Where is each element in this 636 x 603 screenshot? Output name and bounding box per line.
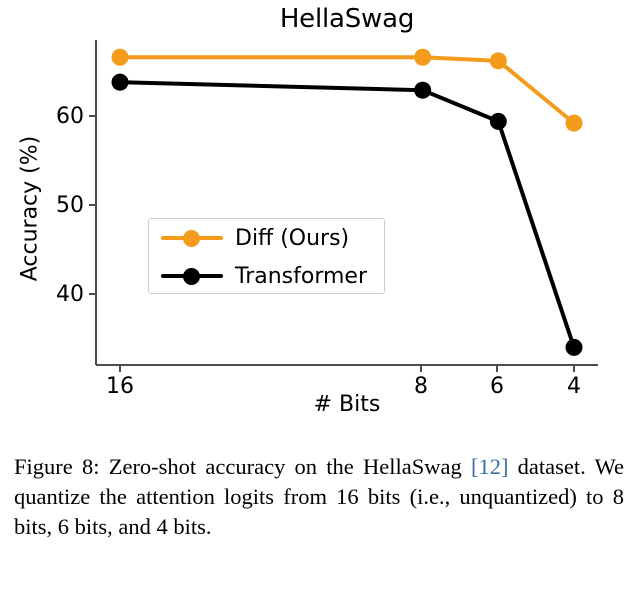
legend-entry-diff: Diff (Ours) xyxy=(149,219,384,257)
y-axis-label: Accuracy (%) xyxy=(17,135,43,282)
series-layer xyxy=(111,48,583,356)
legend-label-transformer: Transformer xyxy=(235,263,368,289)
data-point-diff-8bit xyxy=(414,48,432,66)
caption-citation-link[interactable]: [12] xyxy=(471,454,509,479)
legend-swatch-diff-icon xyxy=(161,227,223,249)
figure-page: HellaSwag 60 50 40 16 8 6 4 # Bits Accur… xyxy=(0,0,636,603)
x-axis-label: # Bits xyxy=(313,392,381,417)
caption-text-part1: Zero-shot accuracy on the HellaSwag xyxy=(99,454,471,479)
legend-entry-transformer: Transformer xyxy=(149,257,384,295)
chart-legend: Diff (Ours) Transformer xyxy=(148,218,385,294)
chart-plot-area xyxy=(89,40,598,372)
legend-label-diff: Diff (Ours) xyxy=(235,225,350,251)
series-line-diff xyxy=(118,55,576,126)
caption-prefix: Figure 8: xyxy=(14,454,100,479)
data-point-transformer-6bit xyxy=(489,112,507,130)
data-point-transformer-4bit xyxy=(565,338,583,356)
data-point-diff-4bit xyxy=(565,114,583,132)
data-point-diff-16bit xyxy=(111,48,129,66)
data-point-transformer-8bit xyxy=(414,81,432,99)
figure-caption: Figure 8: Zero-shot accuracy on the Hell… xyxy=(14,452,624,542)
legend-swatch-transformer-icon xyxy=(161,265,223,287)
data-point-diff-6bit xyxy=(489,52,507,70)
data-point-transformer-16bit xyxy=(111,73,129,91)
chart-figure: HellaSwag 60 50 40 16 8 6 4 # Bits Accur… xyxy=(0,0,636,430)
